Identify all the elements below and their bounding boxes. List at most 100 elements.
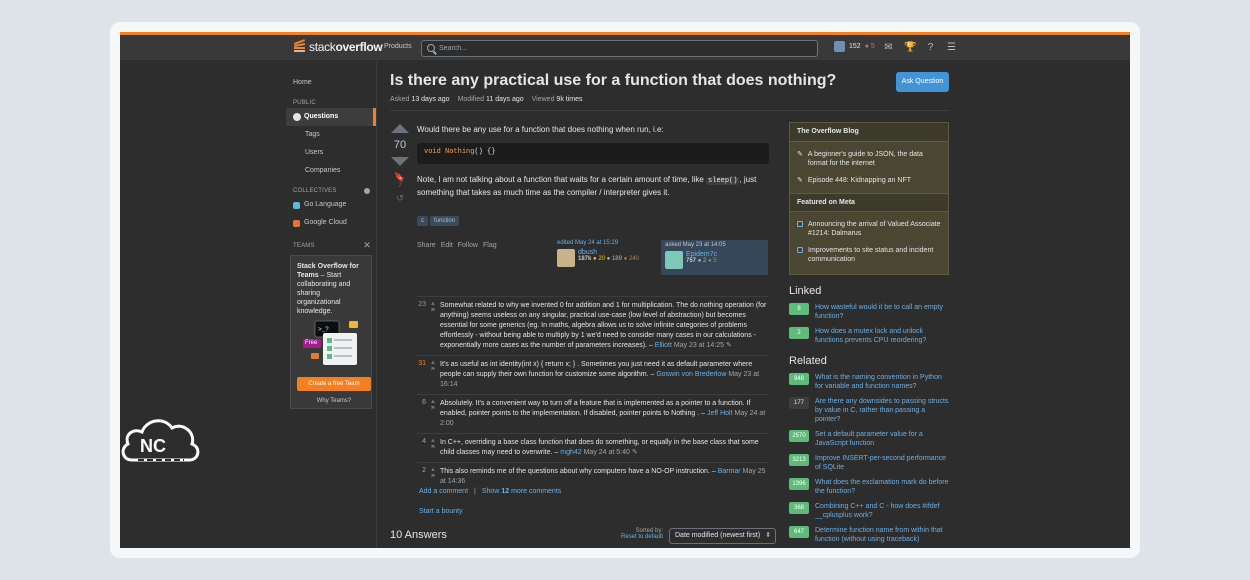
related-title[interactable]: Set a default parameter value for a Java… (815, 430, 949, 448)
linked-item[interactable]: 2 How does a mutex lock and unlock funct… (789, 327, 949, 345)
add-comment-link[interactable]: Add a comment (419, 488, 468, 495)
comment-vote-icons[interactable]: ▲ ⚑ (426, 438, 440, 458)
comment-vote-icons[interactable]: ▲ ⚑ (426, 467, 440, 487)
history-icon[interactable]: ↺ (390, 193, 410, 204)
avatar[interactable] (665, 251, 683, 269)
ask-question-button[interactable]: Ask Question (896, 72, 949, 92)
comment: 4 ▲ ⚑ In C++, overriding a base class fun… (417, 433, 769, 462)
separator: | (474, 488, 476, 495)
achievements-icon[interactable]: 🏆 (904, 42, 916, 53)
avatar[interactable] (557, 249, 575, 267)
meta-item[interactable]: Announcing the arrival of Valued Associa… (790, 216, 948, 242)
comment: 6 ▲ ⚑ Absolutely. It's a convenient way t… (417, 394, 769, 433)
bookmark-icon[interactable]: 🔖 (390, 172, 410, 183)
related-item[interactable]: 647 Determine function name from within … (789, 526, 949, 544)
meta-item[interactable]: Improvements to site status and incident… (790, 242, 948, 268)
avatar (834, 41, 845, 52)
blog-item[interactable]: ✎ Episode 448: Kidnapping an NFT (790, 172, 948, 189)
close-icon[interactable]: ✕ (363, 240, 371, 251)
nav-section-collectives: COLLECTIVES (286, 188, 376, 194)
comment-vote-icons[interactable]: ▲ ⚑ (426, 360, 440, 390)
reset-to-default-link[interactable]: Reset to default (621, 534, 663, 540)
browser-viewport: stackoverflow Products 152 ● 5 ✉ 🏆 ? ☰ H… (120, 32, 1130, 548)
collective-label: Google Cloud (304, 219, 347, 226)
related-score: 647 (789, 526, 809, 538)
linked-title[interactable]: How does a mutex lock and unlock functio… (815, 327, 949, 345)
reputation-count: 152 (849, 43, 861, 50)
related-item[interactable]: 2570 Set a default parameter value for a… (789, 430, 949, 448)
related-item[interactable]: 948 What is the naming convention in Pyt… (789, 373, 949, 391)
upvote-icon[interactable] (391, 124, 409, 133)
help-icon[interactable]: ? (925, 42, 936, 53)
sort-select[interactable]: Date modified (newest first) (669, 528, 776, 544)
nav-questions[interactable]: Questions (286, 108, 376, 126)
overflow-blog-widget: The Overflow Blog ✎ A beginner's guide t… (789, 122, 949, 275)
vote-cell: 70 🔖 7 ↺ (390, 124, 410, 204)
comment-text: It's as useful as int identity(int x) { … (440, 361, 760, 388)
edited-label[interactable]: edited May 24 at 15:29 (557, 240, 652, 246)
related-score: 368 (789, 502, 809, 514)
why-teams-link[interactable]: Why Teams? (291, 398, 377, 404)
info-icon[interactable] (364, 188, 370, 194)
viewed-meta: Viewed 9k times (531, 96, 583, 103)
blog-item[interactable]: ✎ A beginner's guide to JSON, the data f… (790, 146, 948, 172)
products-menu[interactable]: Products (384, 43, 412, 50)
related-score: 177 (789, 397, 809, 409)
collective-label: Go Language (304, 201, 347, 208)
comment-vote-icons[interactable]: ▲ ⚑ (426, 399, 440, 429)
share-link[interactable]: Share (417, 242, 436, 249)
teams-promo: Stack Overflow for Teams – Start collabo… (290, 255, 372, 409)
related-title[interactable]: Determine function name from within that… (815, 526, 949, 544)
flag-link[interactable]: Flag (483, 242, 497, 249)
question-paragraph-2: Note, I am not talking about a function … (417, 175, 757, 197)
downvote-icon[interactable] (391, 157, 409, 166)
tag-c[interactable]: c (417, 216, 428, 226)
question-body: Would there be any use for a function th… (417, 124, 769, 227)
site-switcher-icon[interactable]: ☰ (946, 42, 957, 53)
asker-name[interactable]: Epidem7c (686, 251, 717, 258)
nav-home[interactable]: Home (286, 74, 376, 92)
edit-link[interactable]: Edit (441, 242, 453, 249)
related-title[interactable]: Combining C++ and C - how does #ifdef __… (815, 502, 949, 520)
follow-link[interactable]: Follow (458, 242, 478, 249)
related-title[interactable]: Are there any downsides to passing struc… (815, 397, 949, 424)
related-score: 3213 (789, 454, 809, 466)
comment: 2 ▲ ⚑ This also reminds me of the questio… (417, 462, 769, 491)
comment-score: 2 (422, 467, 426, 474)
related-title[interactable]: Improve INSERT-per-second performance of… (815, 454, 949, 472)
left-sidebar: Home PUBLIC Questions Tags Users Compani… (286, 62, 377, 548)
comment: 31 ▲ ⚑ It's as useful as int identity(int… (417, 355, 769, 394)
vote-count: 70 (393, 139, 407, 151)
comment-vote-icons[interactable]: ▲ ⚑ (426, 301, 440, 351)
meta-item-label: Announcing the arrival of Valued Associa… (808, 221, 941, 237)
code-function: Nothing (440, 148, 475, 156)
related-item[interactable]: 177 Are there any downsides to passing s… (789, 397, 949, 424)
create-team-button[interactable]: Create a free Team (297, 377, 371, 391)
page-title[interactable]: Is there any practical use for a functio… (390, 72, 950, 90)
linked-title[interactable]: How wasteful would it be to call an empt… (815, 303, 949, 321)
related-title[interactable]: What does the exclamation mark do before… (815, 478, 949, 496)
site-logo[interactable]: stackoverflow (293, 39, 383, 54)
related-item[interactable]: 3213 Improve INSERT-per-second performan… (789, 454, 949, 472)
related-item[interactable]: 368 Combining C++ and C - how does #ifde… (789, 502, 949, 520)
nav-tags[interactable]: Tags (286, 126, 376, 144)
inbox-icon[interactable]: ✉ (883, 42, 894, 53)
chat-icon (797, 221, 803, 227)
collective-google-cloud[interactable]: Google Cloud (286, 214, 376, 232)
editor-name[interactable]: dbush (578, 249, 639, 256)
tag-function[interactable]: function (430, 216, 460, 226)
linked-item[interactable]: 8 How wasteful would it be to call an em… (789, 303, 949, 321)
collective-go-language[interactable]: Go Language (286, 196, 376, 214)
linked-heading: Linked (789, 285, 822, 297)
start-bounty-link[interactable]: Start a bounty (419, 508, 463, 515)
user-profile[interactable]: 152 ● 5 (834, 41, 875, 52)
nav-companies[interactable]: Companies (286, 162, 376, 180)
related-item[interactable]: 1396 What does the exclamation mark do b… (789, 478, 949, 496)
show-more-comments-link[interactable]: Show 12 more comments (482, 488, 561, 495)
nav-users[interactable]: Users (286, 144, 376, 162)
linked-score: 8 (789, 303, 809, 315)
related-title[interactable]: What is the naming convention in Python … (815, 373, 949, 391)
search-input[interactable] (439, 43, 809, 54)
search-box[interactable] (421, 40, 818, 57)
comment-score: 23 (418, 301, 426, 308)
